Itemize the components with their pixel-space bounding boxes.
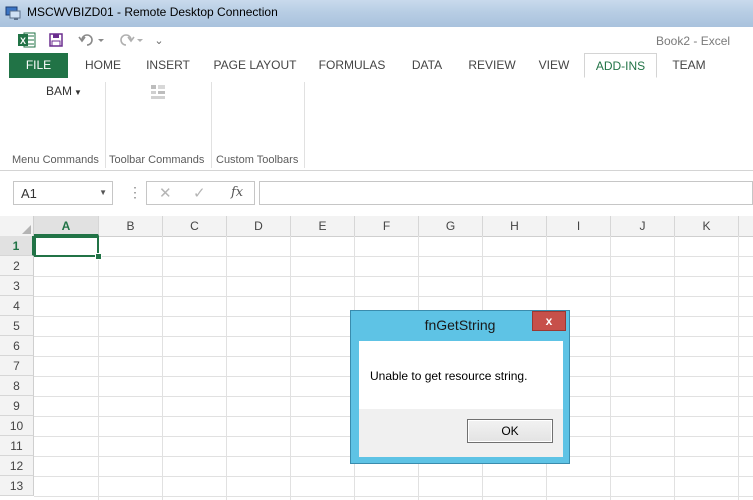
row-header[interactable]: 2 bbox=[0, 256, 34, 276]
tab-view[interactable]: VIEW bbox=[532, 53, 576, 78]
enter-check-icon[interactable]: ✓ bbox=[193, 184, 206, 202]
row-header[interactable]: 11 bbox=[0, 436, 34, 456]
group-separator bbox=[211, 82, 212, 168]
window-title: MSCWVBIZD01 - Remote Desktop Connection bbox=[27, 5, 278, 19]
formula-bar-row: A1 ▼ ⋮ ✕ ✓ fx bbox=[0, 171, 753, 215]
column-header[interactable]: F bbox=[355, 216, 419, 236]
ribbon-tabs: FILE HOME INSERT PAGE LAYOUT FORMULAS DA… bbox=[0, 53, 753, 79]
column-headers: A B C D E F G H I J K bbox=[0, 216, 753, 237]
gridline bbox=[162, 236, 163, 500]
group-separator bbox=[304, 82, 305, 168]
excel-logo-icon: X bbox=[16, 27, 38, 53]
row-header[interactable]: 9 bbox=[0, 396, 34, 416]
gridline bbox=[226, 236, 227, 500]
gridline bbox=[34, 296, 753, 297]
row-header[interactable]: 7 bbox=[0, 356, 34, 376]
gridline bbox=[674, 236, 675, 500]
redo-icon[interactable] bbox=[115, 27, 147, 53]
column-header[interactable]: C bbox=[163, 216, 227, 236]
tab-file[interactable]: FILE bbox=[9, 53, 68, 78]
save-icon[interactable] bbox=[46, 27, 66, 53]
select-all-button[interactable] bbox=[0, 216, 34, 236]
column-header[interactable]: K bbox=[675, 216, 739, 236]
formula-input[interactable] bbox=[259, 181, 753, 205]
insert-function-icon[interactable]: fx bbox=[231, 185, 243, 200]
fill-handle[interactable] bbox=[95, 253, 102, 260]
tab-team[interactable]: TEAM bbox=[666, 53, 712, 78]
row-header[interactable]: 8 bbox=[0, 376, 34, 396]
svg-text:X: X bbox=[20, 36, 26, 46]
tab-add-ins[interactable]: ADD-INS bbox=[584, 53, 657, 78]
row-header[interactable]: 1 bbox=[0, 236, 34, 256]
row-header[interactable]: 3 bbox=[0, 276, 34, 296]
column-header[interactable]: J bbox=[611, 216, 675, 236]
column-header[interactable]: A bbox=[34, 216, 99, 236]
undo-icon[interactable] bbox=[76, 27, 108, 53]
dialog-body: Unable to get resource string. OK bbox=[359, 341, 563, 457]
ribbon: BAM ▼ Menu Commands Toolbar Commands Cust… bbox=[0, 78, 753, 171]
column-header[interactable]: G bbox=[419, 216, 483, 236]
bam-label: BAM bbox=[46, 84, 73, 98]
column-header[interactable]: I bbox=[547, 216, 611, 236]
row-header[interactable]: 6 bbox=[0, 336, 34, 356]
tab-data[interactable]: DATA bbox=[403, 53, 451, 78]
gridline bbox=[34, 256, 753, 257]
gridline bbox=[34, 476, 753, 477]
dialog-message: Unable to get resource string. bbox=[370, 369, 528, 383]
row-header[interactable]: 13 bbox=[0, 476, 34, 496]
remote-desktop-icon bbox=[5, 6, 21, 20]
close-button[interactable]: x bbox=[532, 311, 566, 331]
column-header[interactable]: D bbox=[227, 216, 291, 236]
active-cell-a1[interactable] bbox=[34, 236, 99, 257]
error-dialog: fnGetString x Unable to get resource str… bbox=[350, 310, 570, 464]
gridline bbox=[34, 276, 753, 277]
select-all-triangle-icon bbox=[22, 225, 31, 234]
name-box[interactable]: A1 ▼ bbox=[13, 181, 113, 205]
row-header[interactable]: 5 bbox=[0, 316, 34, 336]
dialog-footer: OK bbox=[359, 409, 563, 457]
column-header[interactable]: H bbox=[483, 216, 547, 236]
column-header[interactable]: B bbox=[99, 216, 163, 236]
group-label-menu-commands: Menu Commands bbox=[12, 154, 99, 166]
dropdown-arrow-icon: ▼ bbox=[74, 88, 82, 97]
gridline bbox=[290, 236, 291, 500]
customize-qat-icon[interactable]: ⌄ bbox=[152, 27, 166, 53]
formula-buttons: ✕ ✓ fx bbox=[146, 181, 255, 205]
toolbar-command-icon[interactable] bbox=[150, 84, 166, 100]
app-title: Book2 - Excel bbox=[656, 34, 731, 48]
tab-review[interactable]: REVIEW bbox=[463, 53, 521, 78]
ok-button[interactable]: OK bbox=[467, 419, 553, 443]
row-header[interactable]: 4 bbox=[0, 296, 34, 316]
tab-insert[interactable]: INSERT bbox=[140, 53, 196, 78]
tab-home[interactable]: HOME bbox=[78, 53, 128, 78]
quick-access-toolbar: X ⌄ Book2 - Excel bbox=[0, 27, 753, 53]
rdp-title-bar[interactable]: MSCWVBIZD01 - Remote Desktop Connection bbox=[0, 0, 753, 27]
cancel-icon[interactable]: ✕ bbox=[159, 184, 172, 202]
tab-page-layout[interactable]: PAGE LAYOUT bbox=[207, 53, 303, 78]
name-box-value: A1 bbox=[21, 186, 37, 201]
row-header[interactable]: 12 bbox=[0, 456, 34, 476]
row-header[interactable]: 10 bbox=[0, 416, 34, 436]
gridline bbox=[34, 496, 753, 497]
chevron-down-icon[interactable]: ▼ bbox=[99, 188, 107, 197]
group-separator bbox=[105, 82, 106, 168]
gridline bbox=[738, 236, 739, 500]
formula-bar-grip-icon[interactable]: ⋮ bbox=[128, 184, 142, 201]
group-label-toolbar-commands: Toolbar Commands bbox=[109, 154, 205, 166]
tab-formulas[interactable]: FORMULAS bbox=[313, 53, 391, 78]
bam-menu-button[interactable]: BAM ▼ bbox=[46, 84, 82, 98]
gridline bbox=[98, 236, 99, 500]
gridline bbox=[610, 236, 611, 500]
column-header[interactable]: E bbox=[291, 216, 355, 236]
group-label-custom-toolbars: Custom Toolbars bbox=[216, 154, 299, 166]
